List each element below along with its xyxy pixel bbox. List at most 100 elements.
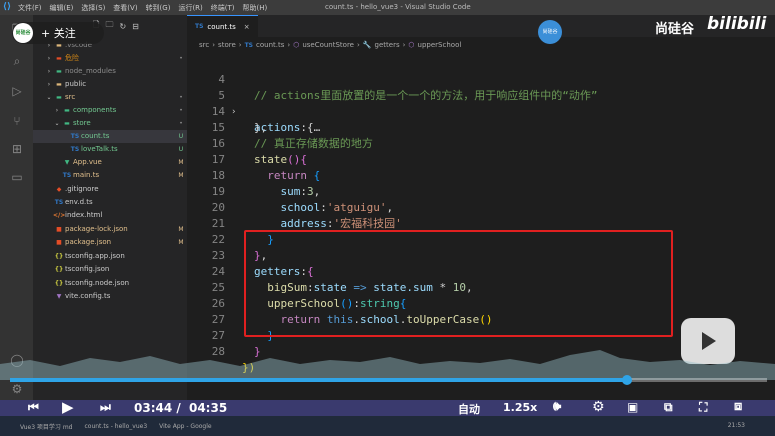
play-icon[interactable]: ▶ (62, 398, 74, 416)
menu-run[interactable]: 运行(R) (178, 3, 202, 13)
tree-item-count-ts[interactable]: TS count.ts U (33, 130, 187, 143)
code-line: 15 // 真正存储数据的地方 (211, 121, 373, 150)
menu-terminal[interactable]: 终端(T) (211, 3, 235, 13)
folder-icon: ▬ (56, 81, 62, 88)
tree-item-package-json[interactable]: ■ package.json M (33, 236, 187, 249)
new-folder-icon[interactable]: 🗀 (105, 19, 113, 33)
picture-in-picture-icon[interactable]: ▣ (627, 400, 638, 414)
code-line: 18 sum:3, (211, 169, 321, 198)
chevron-right-icon: › (238, 41, 242, 49)
search-icon[interactable]: ⌕ (9, 53, 25, 69)
tree-item-tsconfig-json[interactable]: {} tsconfig.json (33, 263, 187, 276)
settings-gear-icon[interactable]: ⚙ (592, 399, 605, 415)
uploader-avatar[interactable]: 尚硅谷 (538, 20, 562, 44)
json-file-icon: {} (54, 253, 64, 260)
code-line: 19 school:'atguigu', (211, 185, 394, 214)
web-fullscreen-icon[interactable]: ⧈ (734, 399, 742, 414)
next-icon[interactable]: ⏭ (100, 400, 111, 415)
chevron-right-icon: › (47, 55, 51, 62)
folder-open-icon: ▬ (56, 94, 62, 101)
tree-item-main-ts[interactable]: TS main.ts M (33, 169, 187, 182)
highlight-annotation-box (244, 230, 673, 337)
typescript-file-icon: TS (54, 199, 64, 206)
quality-button[interactable]: 自动 (458, 401, 480, 417)
audio-waveform (0, 350, 775, 380)
source-control-icon[interactable]: ⑂ (9, 113, 25, 129)
tree-item-node-modules[interactable]: › ▬ node_modules (33, 65, 187, 78)
widescreen-icon[interactable]: ⧉ (664, 400, 673, 415)
menu-file[interactable]: 文件(F) (18, 3, 42, 13)
collapse-all-icon[interactable]: ⊟ (132, 22, 139, 31)
tab-label: count.ts (207, 22, 236, 31)
close-icon[interactable]: × (244, 23, 250, 31)
menu-go[interactable]: 转到(G) (146, 3, 171, 13)
tree-item-public[interactable]: › ▬ public (33, 78, 187, 91)
previous-icon[interactable]: ⏮ (28, 400, 39, 415)
tree-item-folder[interactable]: › ▬ 危险 • (33, 52, 187, 65)
menu-selection[interactable]: 选择(S) (81, 3, 105, 13)
tree-item-src[interactable]: ⌄ ▬ src • (33, 91, 187, 104)
progress-knob[interactable] (621, 375, 632, 385)
tree-item-app-vue[interactable]: ▼ App.vue M (33, 156, 187, 169)
npm-file-icon: ■ (56, 239, 62, 246)
breadcrumb-upperschool[interactable]: upperSchool (418, 41, 462, 49)
refresh-icon[interactable]: ↻ (119, 22, 126, 31)
volume-icon[interactable]: 🕪 (553, 399, 561, 414)
brand-watermark: 尚硅谷 (655, 22, 695, 37)
chevron-right-icon: › (402, 41, 406, 49)
vue-file-icon: ▼ (64, 159, 70, 166)
remote-explorer-icon[interactable]: ▭ (9, 169, 25, 185)
typescript-file-icon: TS (195, 23, 204, 30)
typescript-file-icon: TS (70, 146, 80, 153)
menu-edit[interactable]: 编辑(E) (50, 3, 74, 13)
tree-item-index-html[interactable]: </> index.html (33, 209, 187, 222)
breadcrumb-src[interactable]: src (199, 41, 209, 49)
breadcrumb-file[interactable]: count.ts (256, 41, 284, 49)
method-icon: ⬡ (408, 41, 415, 49)
folder-icon: ▬ (56, 68, 62, 75)
taskbar-item[interactable]: count.ts - hello_vue3 (84, 423, 147, 430)
current-time: 03:44 (134, 401, 173, 415)
progress-bar[interactable] (10, 375, 767, 385)
window-title: count.ts - hello_vue3 - Visual Studio Co… (325, 3, 471, 11)
tree-item-tsconfig-node-json[interactable]: {} tsconfig.node.json (33, 277, 187, 290)
time-separator: / (176, 401, 181, 415)
tree-item-vite-config-ts[interactable]: ▼ vite.config.ts (33, 290, 187, 303)
chevron-right-icon: › (212, 41, 216, 49)
fullscreen-icon[interactable]: ⛶ (699, 400, 707, 415)
code-line: 21 } (211, 217, 274, 246)
follow-button[interactable]: 尚硅谷 + 关注 (12, 22, 104, 44)
tree-item-lovetalk-ts[interactable]: TS loveTalk.ts U (33, 143, 187, 156)
extensions-icon[interactable]: ⊞ (9, 141, 25, 157)
breadcrumb-symbol[interactable]: useCountStore (302, 41, 354, 49)
tree-item-tsconfig-app-json[interactable]: {} tsconfig.app.json (33, 250, 187, 263)
menu-view[interactable]: 查看(V) (113, 3, 137, 13)
taskbar-item[interactable]: Vue3 项目学习 md (20, 422, 72, 431)
tree-item-store[interactable]: ⌄ ▬ store • (33, 117, 187, 130)
channel-logo: 尚硅谷 (13, 23, 33, 43)
tree-item-env-d-ts[interactable]: TS env.d.ts (33, 196, 187, 209)
menu-help[interactable]: 帮助(H) (243, 3, 268, 13)
code-line: 14 }, (211, 105, 268, 134)
typescript-file-icon: TS (62, 172, 72, 179)
tab-count-ts[interactable]: TS count.ts × (187, 15, 258, 37)
breadcrumb-getters[interactable]: getters (375, 41, 400, 49)
method-icon: ⬡ (293, 41, 300, 49)
speed-button[interactable]: 1.25x (503, 401, 537, 414)
playback-time: 03:44 / 04:35 (134, 401, 227, 415)
tree-item-gitignore[interactable]: ◆ .gitignore (33, 183, 187, 196)
chevron-right-icon: › (55, 107, 59, 114)
git-file-icon: ◆ (56, 186, 62, 193)
chevron-right-icon: › (287, 41, 291, 49)
tree-item-components[interactable]: › ▬ components • (33, 104, 187, 117)
chevron-down-icon: ⌄ (54, 120, 60, 127)
typescript-file-icon: TS (244, 41, 253, 49)
taskbar-clock: 21:53 (727, 422, 745, 429)
breadcrumb-store[interactable]: store (218, 41, 236, 49)
settings-gear-icon[interactable]: ⚙ (9, 381, 25, 397)
taskbar-item[interactable]: Vite App - Google (159, 423, 211, 430)
tree-item-package-lock-json[interactable]: ■ package-lock.json M (33, 223, 187, 236)
run-debug-icon[interactable]: ▷ (9, 83, 25, 99)
chevron-down-icon: ⌄ (46, 94, 52, 101)
typescript-file-icon: TS (70, 133, 80, 140)
